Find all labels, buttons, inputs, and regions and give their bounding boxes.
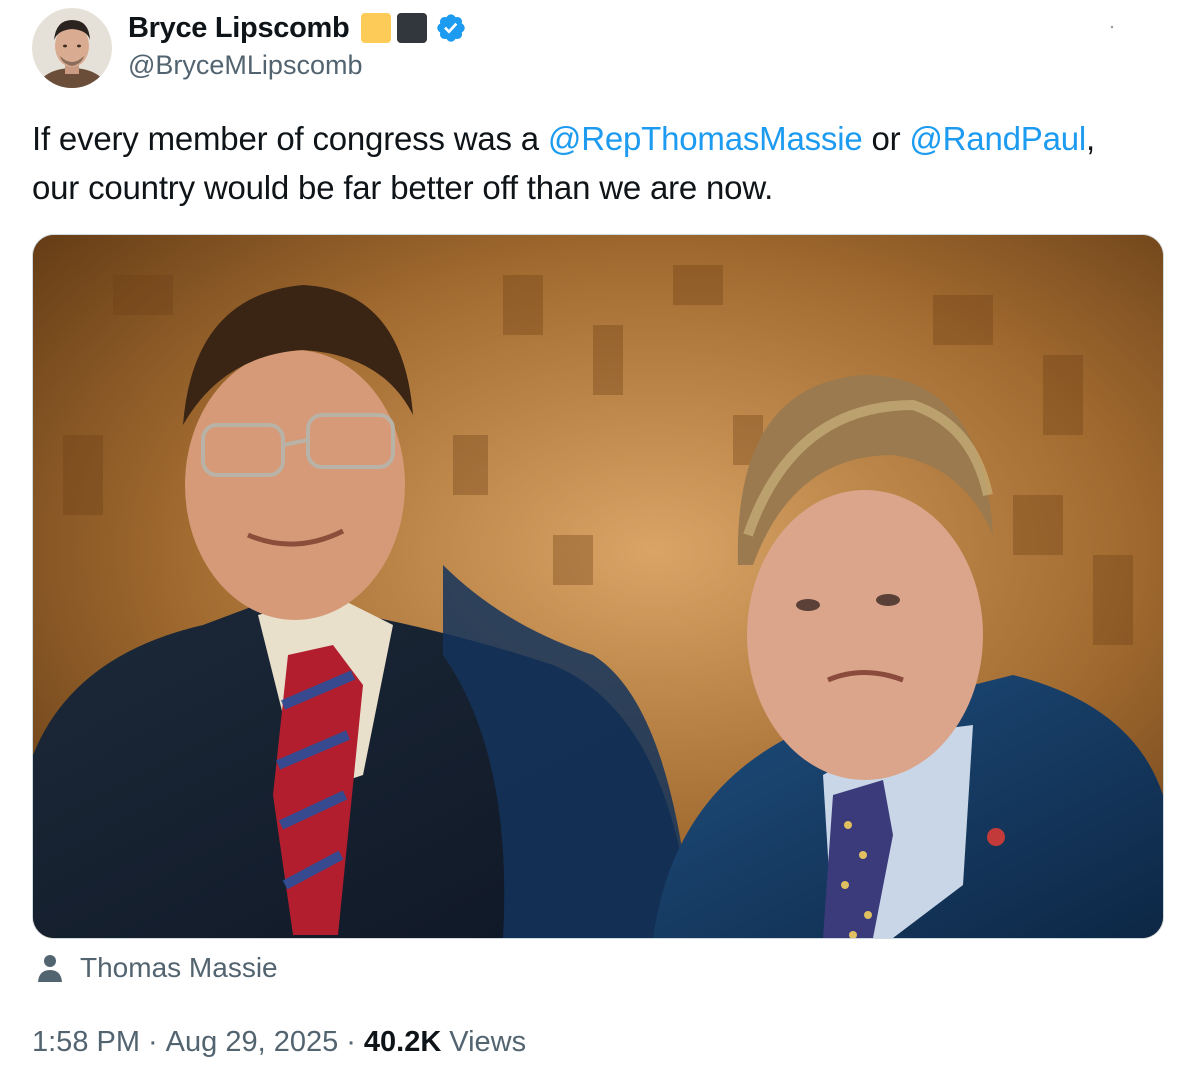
black-square-emoji: [397, 13, 428, 43]
author-display-name[interactable]: Bryce Lipscomb: [128, 12, 350, 45]
tweet-text: If every member of congress was a @RepTh…: [32, 114, 1162, 212]
tweet-meta: 1:58 PM · Aug 29, 2025 · 40.2K Views: [32, 1020, 526, 1064]
person-icon: [34, 952, 66, 984]
meta-separator: ·: [148, 1025, 158, 1058]
yellow-square-emoji: [361, 13, 392, 43]
more-options-icon[interactable]: [1108, 18, 1116, 29]
views-label: Views: [449, 1025, 527, 1058]
mention-link-repthomasmassie[interactable]: @RepThomasMassie: [548, 120, 863, 157]
tagged-person-row[interactable]: Thomas Massie: [34, 948, 278, 988]
mention-link-randpaul[interactable]: @RandPaul: [909, 120, 1086, 157]
tweet-text-part: If every member of congress was a: [32, 120, 548, 157]
meta-separator: ·: [346, 1025, 356, 1058]
verified-badge-icon[interactable]: [435, 12, 467, 44]
tweet-photo[interactable]: [32, 234, 1164, 939]
views-count: 40.2K: [363, 1025, 442, 1058]
author-handle[interactable]: @BryceMLipscomb: [128, 50, 362, 81]
tweet-card: Bryce Lipscomb @BryceMLipscomb If every …: [0, 0, 1204, 1066]
author-avatar[interactable]: [32, 8, 112, 88]
tweet-date[interactable]: Aug 29, 2025: [166, 1026, 339, 1059]
tagged-person-name[interactable]: Thomas Massie: [80, 952, 278, 984]
tweet-time[interactable]: 1:58 PM: [32, 1026, 140, 1059]
tweet-text-part: ,: [1086, 120, 1095, 157]
tweet-text-line2: our country would be far better off than…: [32, 169, 774, 206]
tweet-text-part: or: [862, 120, 910, 157]
author-name-row: Bryce Lipscomb: [128, 10, 467, 46]
